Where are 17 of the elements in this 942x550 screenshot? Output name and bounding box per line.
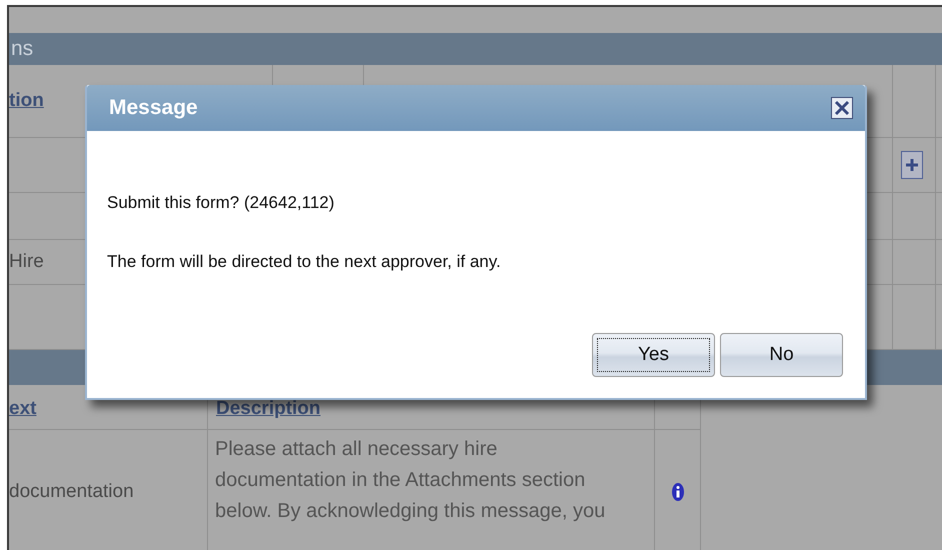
plus-icon (904, 157, 920, 173)
table-cell: documentation (9, 481, 134, 503)
message-text: Submit this form? (24642,112) (107, 193, 336, 213)
message-text: The form will be directed to the next approver, if any. (107, 252, 502, 272)
close-icon (834, 100, 850, 116)
column-header-link[interactable]: ext (9, 398, 36, 420)
close-button[interactable] (831, 97, 853, 119)
dialog-title: Message (109, 96, 198, 120)
column-header-link[interactable]: Description (216, 398, 321, 420)
yes-button[interactable]: Yes (592, 333, 715, 377)
info-icon[interactable] (672, 483, 684, 501)
table-cell: Hire (9, 251, 44, 273)
table-cell-text: Please attach all necessary hire documentation in the Attachments section below. By acknowledging this message, you (214, 437, 606, 524)
add-button[interactable] (901, 151, 923, 179)
no-button[interactable]: No (720, 333, 843, 377)
section-title: ns (11, 37, 34, 61)
column-header-link[interactable]: tion (9, 90, 44, 112)
